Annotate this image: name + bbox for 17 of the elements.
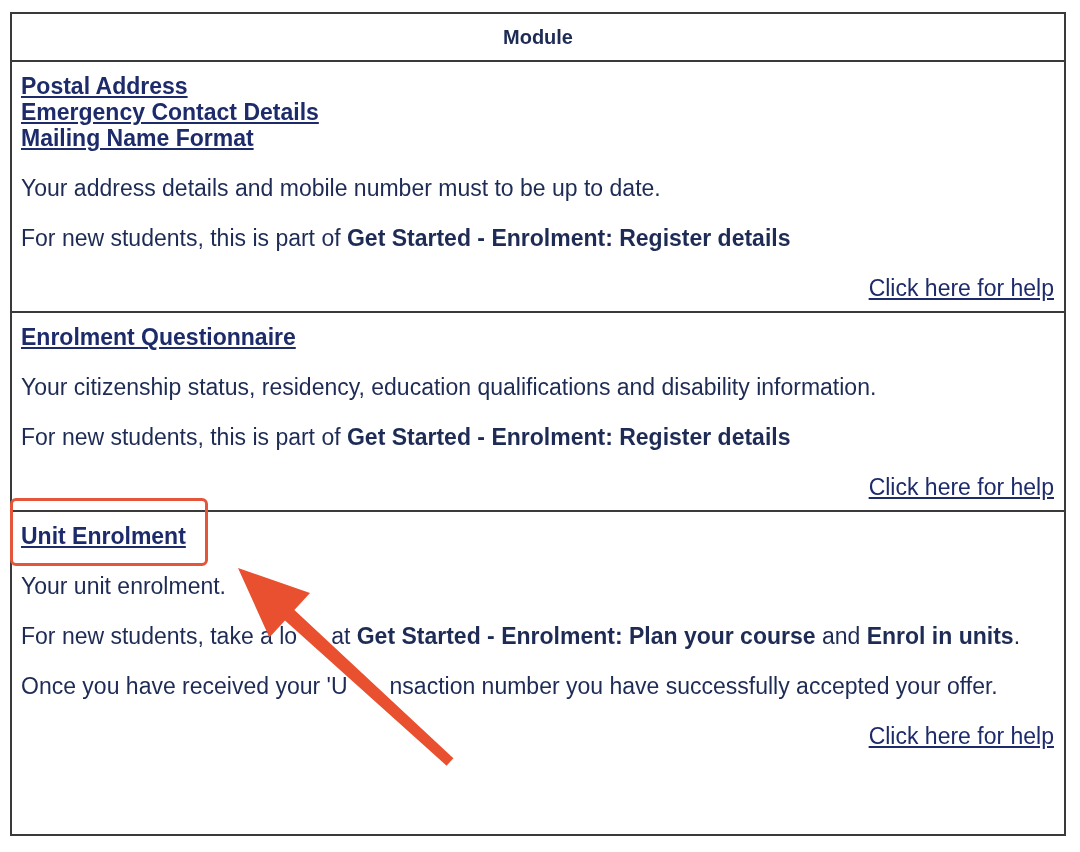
paragraph-text: Once you have received your 'U [21, 673, 348, 699]
help-link[interactable]: Click here for help [868, 723, 1054, 749]
paragraph-text: Your address details and mobile number must to be up to date. [21, 175, 661, 201]
table-header: Module [12, 14, 1064, 62]
section-link[interactable]: Emergency Contact Details [21, 99, 319, 125]
paragraph-text: For new students, this is part of Get Started - Enrolment: Register details [21, 225, 791, 251]
help-link[interactable]: Click here for help [868, 474, 1054, 500]
paragraph-text: For new students, this is part of Get Started - Enrolment: Register details [21, 424, 791, 450]
section-link[interactable]: Postal Address [21, 73, 188, 99]
section-link[interactable]: Unit Enrolment [21, 523, 186, 549]
paragraph-text: at Get Started - Enrolment: Plan your course and Enrol in units. [331, 623, 1021, 649]
help-link[interactable]: Click here for help [868, 275, 1054, 301]
section-link[interactable]: Mailing Name Format [21, 125, 254, 151]
paragraph-text: nsaction number you have successfully accepted your offer. [389, 673, 998, 699]
paragraph-text: Your unit enrolment. [21, 573, 226, 599]
paragraph-text: Your citizenship status, residency, education qualifications and disability information. [21, 374, 877, 400]
section-link[interactable]: Enrolment Questionnaire [21, 324, 296, 350]
